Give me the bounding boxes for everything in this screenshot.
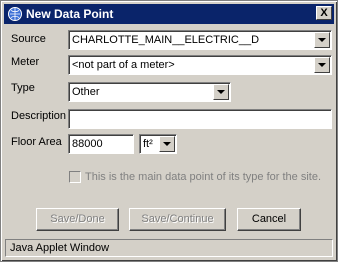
description-field[interactable] bbox=[68, 109, 332, 129]
close-icon: X bbox=[320, 7, 328, 19]
floor-area-unit-value: ft² bbox=[143, 138, 153, 150]
chevron-down-icon[interactable] bbox=[314, 32, 330, 48]
description-label: Description bbox=[11, 110, 67, 122]
chevron-down-icon[interactable] bbox=[159, 136, 175, 152]
save-continue-button[interactable]: Save/Continue bbox=[129, 208, 226, 231]
title-bar[interactable]: New Data Point X bbox=[4, 4, 334, 24]
save-done-button[interactable]: Save/Done bbox=[36, 208, 119, 231]
cancel-button[interactable]: Cancel bbox=[237, 208, 301, 231]
chevron-down-icon[interactable] bbox=[213, 84, 229, 100]
status-text: Java Applet Window bbox=[10, 242, 110, 254]
floor-area-field[interactable]: 88000 bbox=[68, 134, 134, 154]
floor-area-unit-select[interactable]: ft² bbox=[139, 134, 177, 154]
floor-area-value: 88000 bbox=[72, 138, 103, 150]
app-globe-icon bbox=[7, 6, 23, 22]
window-title: New Data Point bbox=[26, 7, 114, 21]
meter-select[interactable]: <not part of a meter> bbox=[68, 55, 332, 75]
type-select[interactable]: Other bbox=[68, 82, 231, 102]
close-button[interactable]: X bbox=[316, 6, 332, 20]
main-point-checkbox[interactable] bbox=[69, 171, 81, 183]
floor-area-label: Floor Area bbox=[11, 136, 62, 148]
meter-value: <not part of a meter> bbox=[72, 59, 175, 71]
source-value: CHARLOTTE_MAIN__ELECTRIC__D bbox=[72, 34, 260, 46]
main-point-label: This is the main data point of its type … bbox=[85, 171, 322, 183]
type-value: Other bbox=[72, 86, 100, 98]
source-label: Source bbox=[11, 33, 46, 45]
meter-label: Meter bbox=[11, 56, 40, 68]
chevron-down-icon[interactable] bbox=[314, 57, 330, 73]
dialog-window: New Data Point X Source CHARLOTTE_MAIN__… bbox=[0, 0, 338, 262]
type-label: Type bbox=[11, 82, 35, 94]
source-select[interactable]: CHARLOTTE_MAIN__ELECTRIC__D bbox=[68, 30, 332, 50]
status-bar: Java Applet Window bbox=[5, 239, 333, 257]
